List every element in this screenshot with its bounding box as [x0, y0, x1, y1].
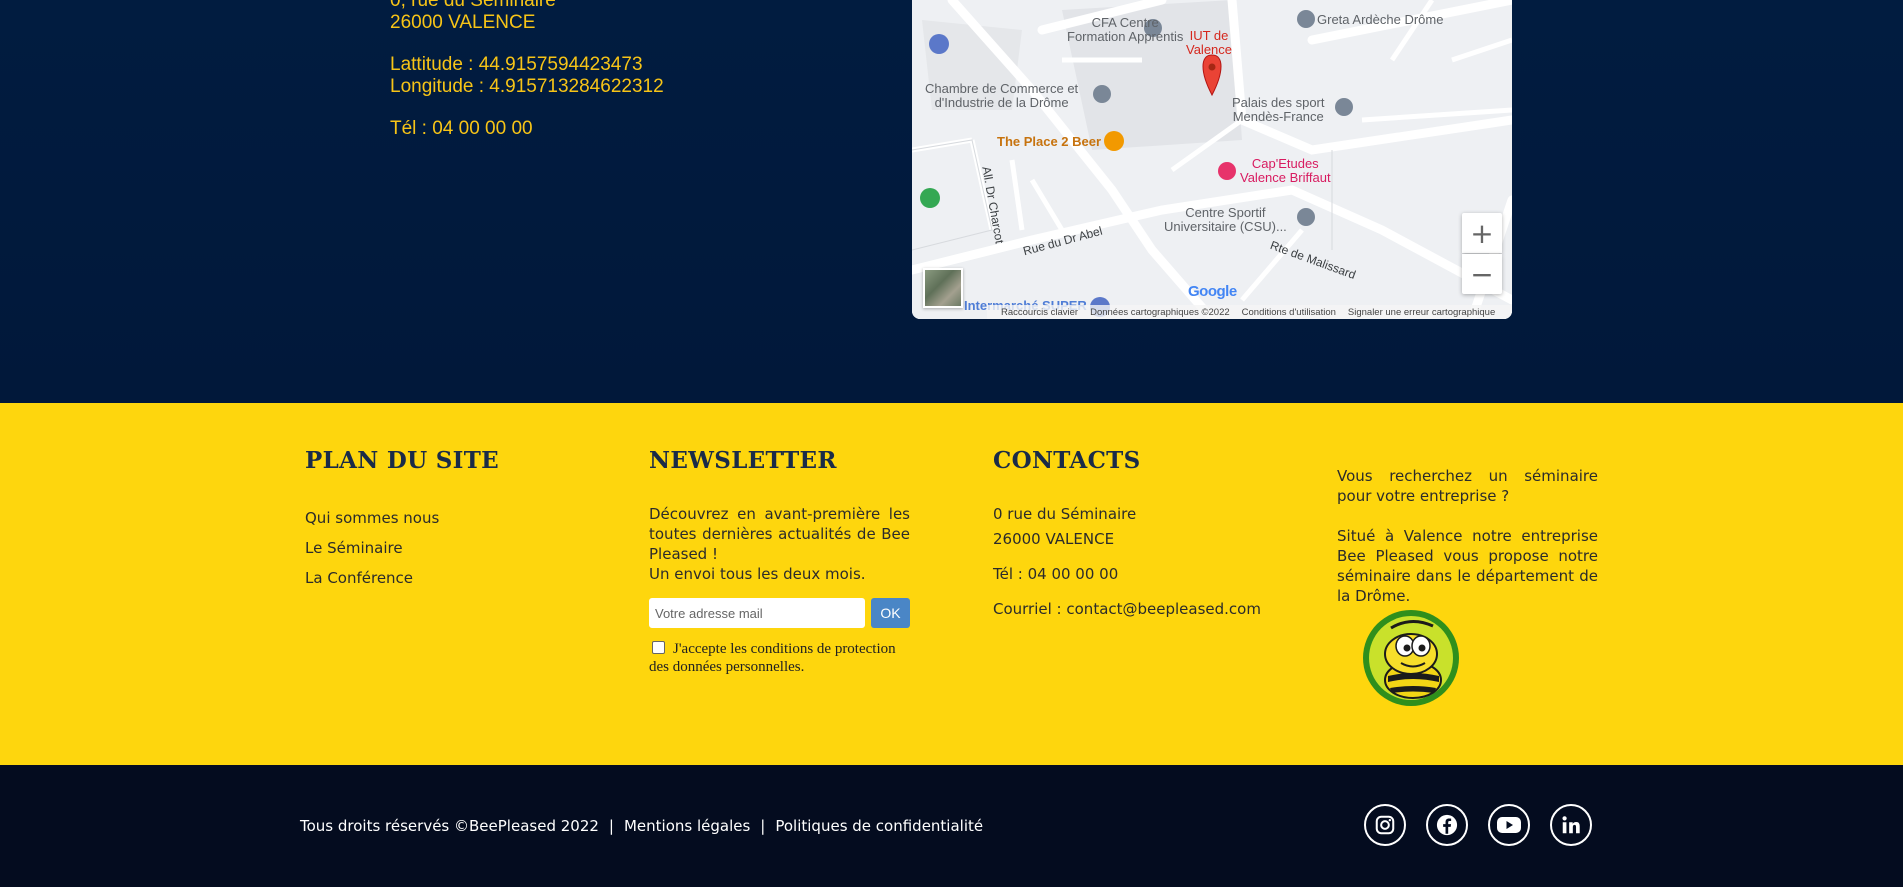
newsletter-text-2: Un envoi tous les deux mois. — [649, 565, 866, 583]
contacts-email[interactable]: Courriel : contact@beepleased.com — [993, 599, 1293, 619]
map-terms-link[interactable]: Conditions d'utilisation — [1242, 307, 1336, 318]
google-map[interactable]: CFA Centre Formation Apprentis Greta Ardè… — [912, 0, 1512, 319]
sitemap-link-about[interactable]: Qui sommes nous — [305, 508, 605, 528]
location-phone: Tél : 04 00 00 00 — [390, 118, 533, 139]
map-label-centre-sportif: Centre Sportif Universitaire (CSU)... — [1164, 205, 1287, 234]
newsletter-description: Découvrez en avant-première les toutes d… — [649, 504, 910, 584]
consent-label: J'accepte les conditions de protection d… — [649, 641, 896, 675]
map-label-cfa: CFA Centre Formation Apprentis — [1067, 15, 1184, 44]
facebook-icon[interactable] — [1426, 804, 1468, 846]
bee-mascot-logo — [1361, 608, 1461, 708]
zoom-in-button[interactable]: + — [1462, 213, 1502, 253]
legal-separator: | — [760, 817, 766, 835]
sitemap-link-seminar[interactable]: Le Séminaire — [305, 538, 605, 558]
footer-sitemap: PLAN DU SITE Qui sommes nous Le Séminair… — [305, 447, 605, 598]
location-longitude: Longitude : 4.915713284622312 — [390, 76, 664, 97]
legal-links: Tous droits réservés ©BeePleased 2022 | Me… — [300, 817, 983, 835]
location-section: 0, rue du Séminaire 26000 VALENCE Lattit… — [0, 0, 1903, 403]
contacts-title: CONTACTS — [993, 447, 1141, 474]
newsletter-form: Votre adresse mail OK — [649, 598, 910, 628]
copyright-text: Tous droits réservés ©BeePleased 2022 — [300, 817, 599, 835]
legal-notice-link[interactable]: Mentions légales — [624, 817, 750, 835]
linkedin-icon[interactable] — [1550, 804, 1592, 846]
sitemap-link-conference[interactable]: La Conférence — [305, 568, 605, 588]
location-details: 0, rue du Séminaire 26000 VALENCE Lattit… — [390, 0, 664, 140]
location-latitude: Lattitude : 44.9157594423473 — [390, 54, 643, 75]
footer-about: Vous recherchez un séminaire pour votre … — [1337, 466, 1598, 606]
satellite-toggle[interactable] — [923, 268, 963, 308]
map-label-chambre: Chambre de Commerce et d'Industrie de la … — [925, 81, 1079, 110]
footer-main: PLAN DU SITE Qui sommes nous Le Séminair… — [0, 403, 1903, 765]
newsletter-consent: J'accepte les conditions de protection d… — [649, 640, 910, 676]
sitemap-title: PLAN DU SITE — [305, 447, 499, 474]
newsletter-email-input[interactable]: Votre adresse mail — [649, 598, 865, 628]
map-label-greta: Greta Ardèche Drôme — [1317, 12, 1444, 27]
location-street: 0, rue du Séminaire — [390, 0, 556, 11]
about-text-1: Vous recherchez un séminaire pour votre … — [1337, 467, 1598, 505]
footer-contacts: CONTACTS 0 rue du Séminaire 26000 VALENC… — [993, 447, 1293, 619]
instagram-icon[interactable] — [1364, 804, 1406, 846]
newsletter-submit-button[interactable]: OK — [871, 598, 910, 628]
google-logo: Google — [1188, 283, 1237, 300]
map-report-error-link[interactable]: Signaler une erreur cartographique — [1348, 307, 1495, 318]
consent-checkbox[interactable] — [652, 641, 665, 654]
contacts-street: 0 rue du Séminaire — [993, 505, 1137, 523]
zoom-out-button[interactable]: − — [1462, 254, 1502, 294]
footer-newsletter: NEWSLETTER Découvrez en avant-première l… — [649, 447, 910, 676]
map-attribution: Raccourcis clavier Données cartographiqu… — [987, 305, 1512, 319]
footer-bottom-bar: Tous droits réservés ©BeePleased 2022 | Me… — [0, 765, 1903, 887]
youtube-icon[interactable] — [1488, 804, 1530, 846]
privacy-policy-link[interactable]: Politiques de confidentialité — [775, 817, 983, 835]
map-keyboard-shortcuts-link[interactable]: Raccourcis clavier — [1001, 307, 1078, 318]
map-data-credit: Données cartographiques ©2022 — [1090, 306, 1230, 318]
about-text-2: Situé à Valence notre entreprise Bee Ple… — [1337, 527, 1598, 605]
location-city: 26000 VALENCE — [390, 12, 536, 33]
map-label-palais: Palais des sport Mendès-France — [1232, 95, 1325, 124]
social-links — [1364, 804, 1592, 846]
contacts-city: 26000 VALENCE — [993, 530, 1115, 548]
contacts-phone: Tél : 04 00 00 00 — [993, 565, 1119, 583]
newsletter-title: NEWSLETTER — [649, 447, 837, 474]
newsletter-text-1: Découvrez en avant-première les toutes d… — [649, 505, 910, 563]
map-label-place2beer: The Place 2 Beer — [997, 134, 1102, 149]
map-label-capetudes: Cap'Etudes Valence Briffaut — [1240, 156, 1331, 185]
map-label-iut: IUT de Valence — [1186, 28, 1233, 57]
legal-separator: | — [608, 817, 614, 835]
